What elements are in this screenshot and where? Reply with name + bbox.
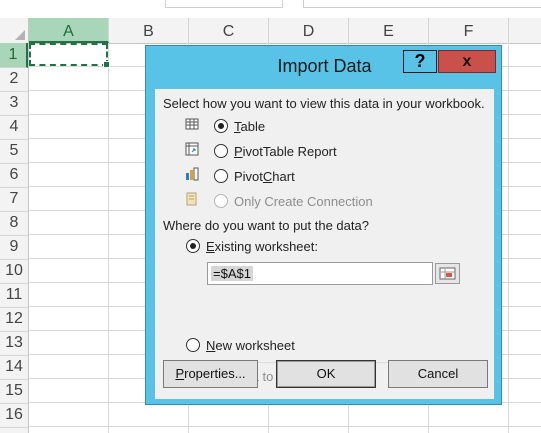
connection-icon	[186, 192, 197, 206]
pivotchart-label-rest: hart	[272, 169, 295, 184]
pivottable-label-rest: ivotTable Report	[242, 144, 337, 159]
new-worksheet-label-rest: ew worksheet	[215, 338, 295, 353]
formula-bar-area	[0, 0, 541, 16]
row-header-10[interactable]: 10	[0, 259, 28, 284]
row-header-7[interactable]: 7	[0, 187, 28, 212]
new-worksheet-accel: N	[206, 338, 216, 353]
column-header-e[interactable]: E	[349, 18, 429, 43]
ok-button[interactable]: OK	[276, 360, 376, 388]
formula-input[interactable]	[303, 0, 541, 8]
import-data-dialog: Import Data ? x Select how you want to v…	[145, 45, 502, 405]
connection-radio	[214, 194, 228, 208]
range-select-icon	[439, 267, 456, 280]
row-header-3[interactable]: 3	[0, 91, 28, 116]
column-header-a[interactable]: A	[29, 18, 109, 43]
row-header-11[interactable]: 11	[0, 283, 28, 308]
pivot-chart-icon	[186, 167, 199, 181]
row-header-6[interactable]: 6	[0, 163, 28, 188]
row-header-15[interactable]: 15	[0, 379, 28, 404]
properties-button[interactable]: Properties...	[163, 360, 258, 388]
active-cell-a1[interactable]	[29, 43, 110, 68]
row-header-8[interactable]: 8	[0, 211, 28, 236]
dialog-body: Select how you want to view this data in…	[155, 89, 494, 399]
pivotchart-accel: C	[262, 169, 273, 184]
cell-reference-value: =$A$1	[211, 266, 253, 281]
row-header-2[interactable]: 2	[0, 67, 28, 92]
fill-handle[interactable]	[103, 61, 110, 68]
gridline	[508, 43, 509, 433]
new-worksheet-radio[interactable]	[186, 338, 200, 352]
column-header-row: A B C D E F	[0, 18, 541, 44]
pivottable-option[interactable]: PivotTable Report	[234, 144, 337, 159]
row-header-4[interactable]: 4	[0, 115, 28, 140]
row-header-column: 1 2 3 4 5 6 7 8 9 10 11 12 13 14 15 16	[0, 43, 29, 433]
row-header-9[interactable]: 9	[0, 235, 28, 260]
pivot-table-icon	[185, 142, 199, 156]
existing-worksheet-label-rest: xisting worksheet:	[214, 239, 318, 254]
location-prompt-label: Where do you want to put the data?	[163, 218, 369, 233]
cancel-button[interactable]: Cancel	[388, 360, 488, 388]
existing-worksheet-accel: E	[206, 239, 215, 254]
properties-accel: P	[175, 366, 185, 381]
properties-label-rest: roperties...	[184, 366, 246, 381]
view-prompt-label: Select how you want to view this data in…	[163, 96, 485, 111]
column-header-b[interactable]: B	[109, 18, 189, 43]
row-header-13[interactable]: 13	[0, 331, 28, 356]
pivotchart-option[interactable]: PivotChart	[234, 169, 295, 184]
existing-worksheet-option[interactable]: Existing worksheet:	[206, 239, 318, 254]
row-header-5[interactable]: 5	[0, 139, 28, 164]
formula-bar-buttons	[165, 0, 283, 8]
gridline	[29, 426, 541, 427]
close-button[interactable]: x	[438, 50, 496, 73]
pivotchart-label-start: Pivot	[234, 169, 263, 184]
table-icon	[185, 118, 199, 130]
row-header-16[interactable]: 16	[0, 403, 28, 428]
row-header-14[interactable]: 14	[0, 355, 28, 380]
new-worksheet-option[interactable]: New worksheet	[206, 338, 295, 353]
dialog-title-bar[interactable]: Import Data ? x	[146, 46, 501, 88]
existing-worksheet-radio[interactable]	[186, 239, 200, 253]
cell-reference-input[interactable]: =$A$1	[207, 262, 433, 285]
help-button[interactable]: ?	[403, 50, 437, 73]
table-radio[interactable]	[214, 119, 228, 133]
collapse-dialog-button[interactable]	[435, 263, 460, 284]
column-header-d[interactable]: D	[269, 18, 349, 43]
column-header-f[interactable]: F	[429, 18, 509, 43]
table-option[interactable]: Table	[234, 119, 265, 134]
row-header-1[interactable]: 1	[0, 43, 28, 68]
row-header-12[interactable]: 12	[0, 307, 28, 332]
select-all-button[interactable]	[0, 18, 29, 43]
connection-option: Only Create Connection	[234, 194, 373, 209]
pivottable-radio[interactable]	[214, 144, 228, 158]
pivottable-accel: P	[234, 144, 243, 159]
pivotchart-radio[interactable]	[214, 169, 228, 183]
column-header-c[interactable]: C	[189, 18, 269, 43]
gridline	[108, 43, 109, 433]
table-label-rest: able	[240, 119, 266, 134]
